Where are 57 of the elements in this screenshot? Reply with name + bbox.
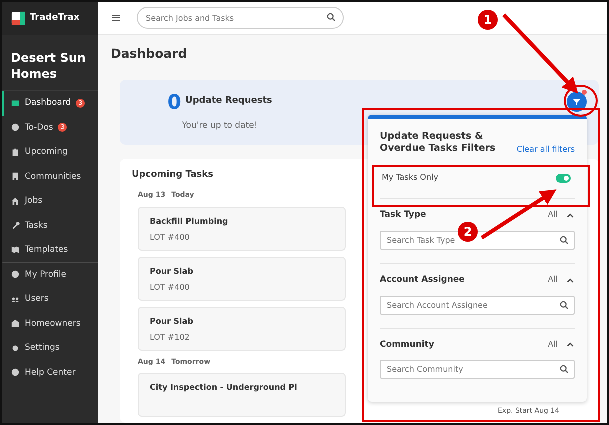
sidebar-item[interactable]: Users	[2, 287, 98, 312]
company-name: Desert Sun Homes	[2, 35, 98, 92]
popup-title: Update Requests & Overdue Tasks Filters	[380, 131, 497, 156]
search-icon	[560, 300, 569, 310]
search-icon	[327, 13, 336, 22]
sidebar-item[interactable]: Templates	[2, 238, 98, 263]
clear-filters-link[interactable]: Clear all filters	[516, 144, 575, 156]
chevron-icon[interactable]	[566, 340, 575, 350]
task-card[interactable]: Pour Slab LOT #102	[138, 306, 346, 350]
sidebar-item[interactable]: Help Center	[2, 360, 98, 386]
building-icon	[11, 172, 20, 182]
people-icon	[11, 294, 20, 304]
page-title: Dashboard	[111, 45, 188, 63]
search-field[interactable]: Search Jobs and Tasks	[137, 7, 344, 29]
filter-title: Account Assignee	[380, 274, 465, 286]
task-card[interactable]: Pour Slab LOT #400	[138, 256, 346, 300]
filter-value: All	[548, 274, 558, 286]
lot-number: LOT #400	[150, 282, 191, 294]
task-name: Backfill Plumbing	[150, 216, 230, 228]
sidebar-item[interactable]: Tasks	[2, 214, 98, 238]
request-count: 0	[168, 92, 182, 112]
lot-number: LOT #400	[150, 232, 191, 244]
logo-icon	[11, 11, 26, 26]
filter-value: All	[548, 209, 558, 222]
wrench-icon	[11, 221, 20, 230]
search-icon	[560, 365, 569, 374]
logo-text: TradeTrax	[30, 12, 80, 25]
sidebar-item[interactable]: Communities	[2, 164, 98, 190]
highlight-circle	[564, 85, 598, 117]
status-message: You're up to date!	[182, 120, 258, 132]
sidebar-item[interactable]: Jobs	[2, 189, 98, 214]
section-title: Upcoming Tasks	[132, 168, 214, 182]
filter-title: Community	[380, 338, 434, 352]
task-name: Pour Slab	[150, 266, 194, 278]
task-name: Pour Slab	[150, 316, 194, 328]
filter-title: Task Type	[380, 209, 426, 222]
map-icon	[11, 245, 20, 254]
task-card[interactable]: Backfill Plumbing LOT #400	[138, 206, 346, 250]
task-card[interactable]: City Inspection - Underground Pl	[138, 373, 346, 417]
clipboard-icon	[11, 148, 20, 157]
menu-icon[interactable]	[111, 13, 121, 23]
search-field[interactable]: Search Community	[380, 360, 575, 380]
filter-value: All	[548, 338, 558, 351]
house-icon	[11, 319, 20, 328]
search-icon	[560, 236, 569, 245]
lot-number: LOT #102	[150, 332, 191, 344]
sidebar-item[interactable]: Settings	[2, 336, 98, 361]
house-icon	[11, 196, 20, 206]
sidebar-item[interactable]: Homeowners	[2, 312, 98, 336]
filter-icon	[572, 97, 582, 107]
search-field[interactable]: Search Account Assignee	[380, 296, 575, 314]
sidebar-item[interactable]: Upcoming	[2, 140, 98, 165]
toggle-label: My Tasks Only	[382, 172, 438, 184]
update-requests-label: Update Requests	[186, 95, 272, 108]
task-name: City Inspection - Underground Pl	[150, 382, 298, 394]
toggle-switch[interactable]	[556, 174, 571, 182]
sidebar-item[interactable]: My Profile	[2, 262, 98, 288]
